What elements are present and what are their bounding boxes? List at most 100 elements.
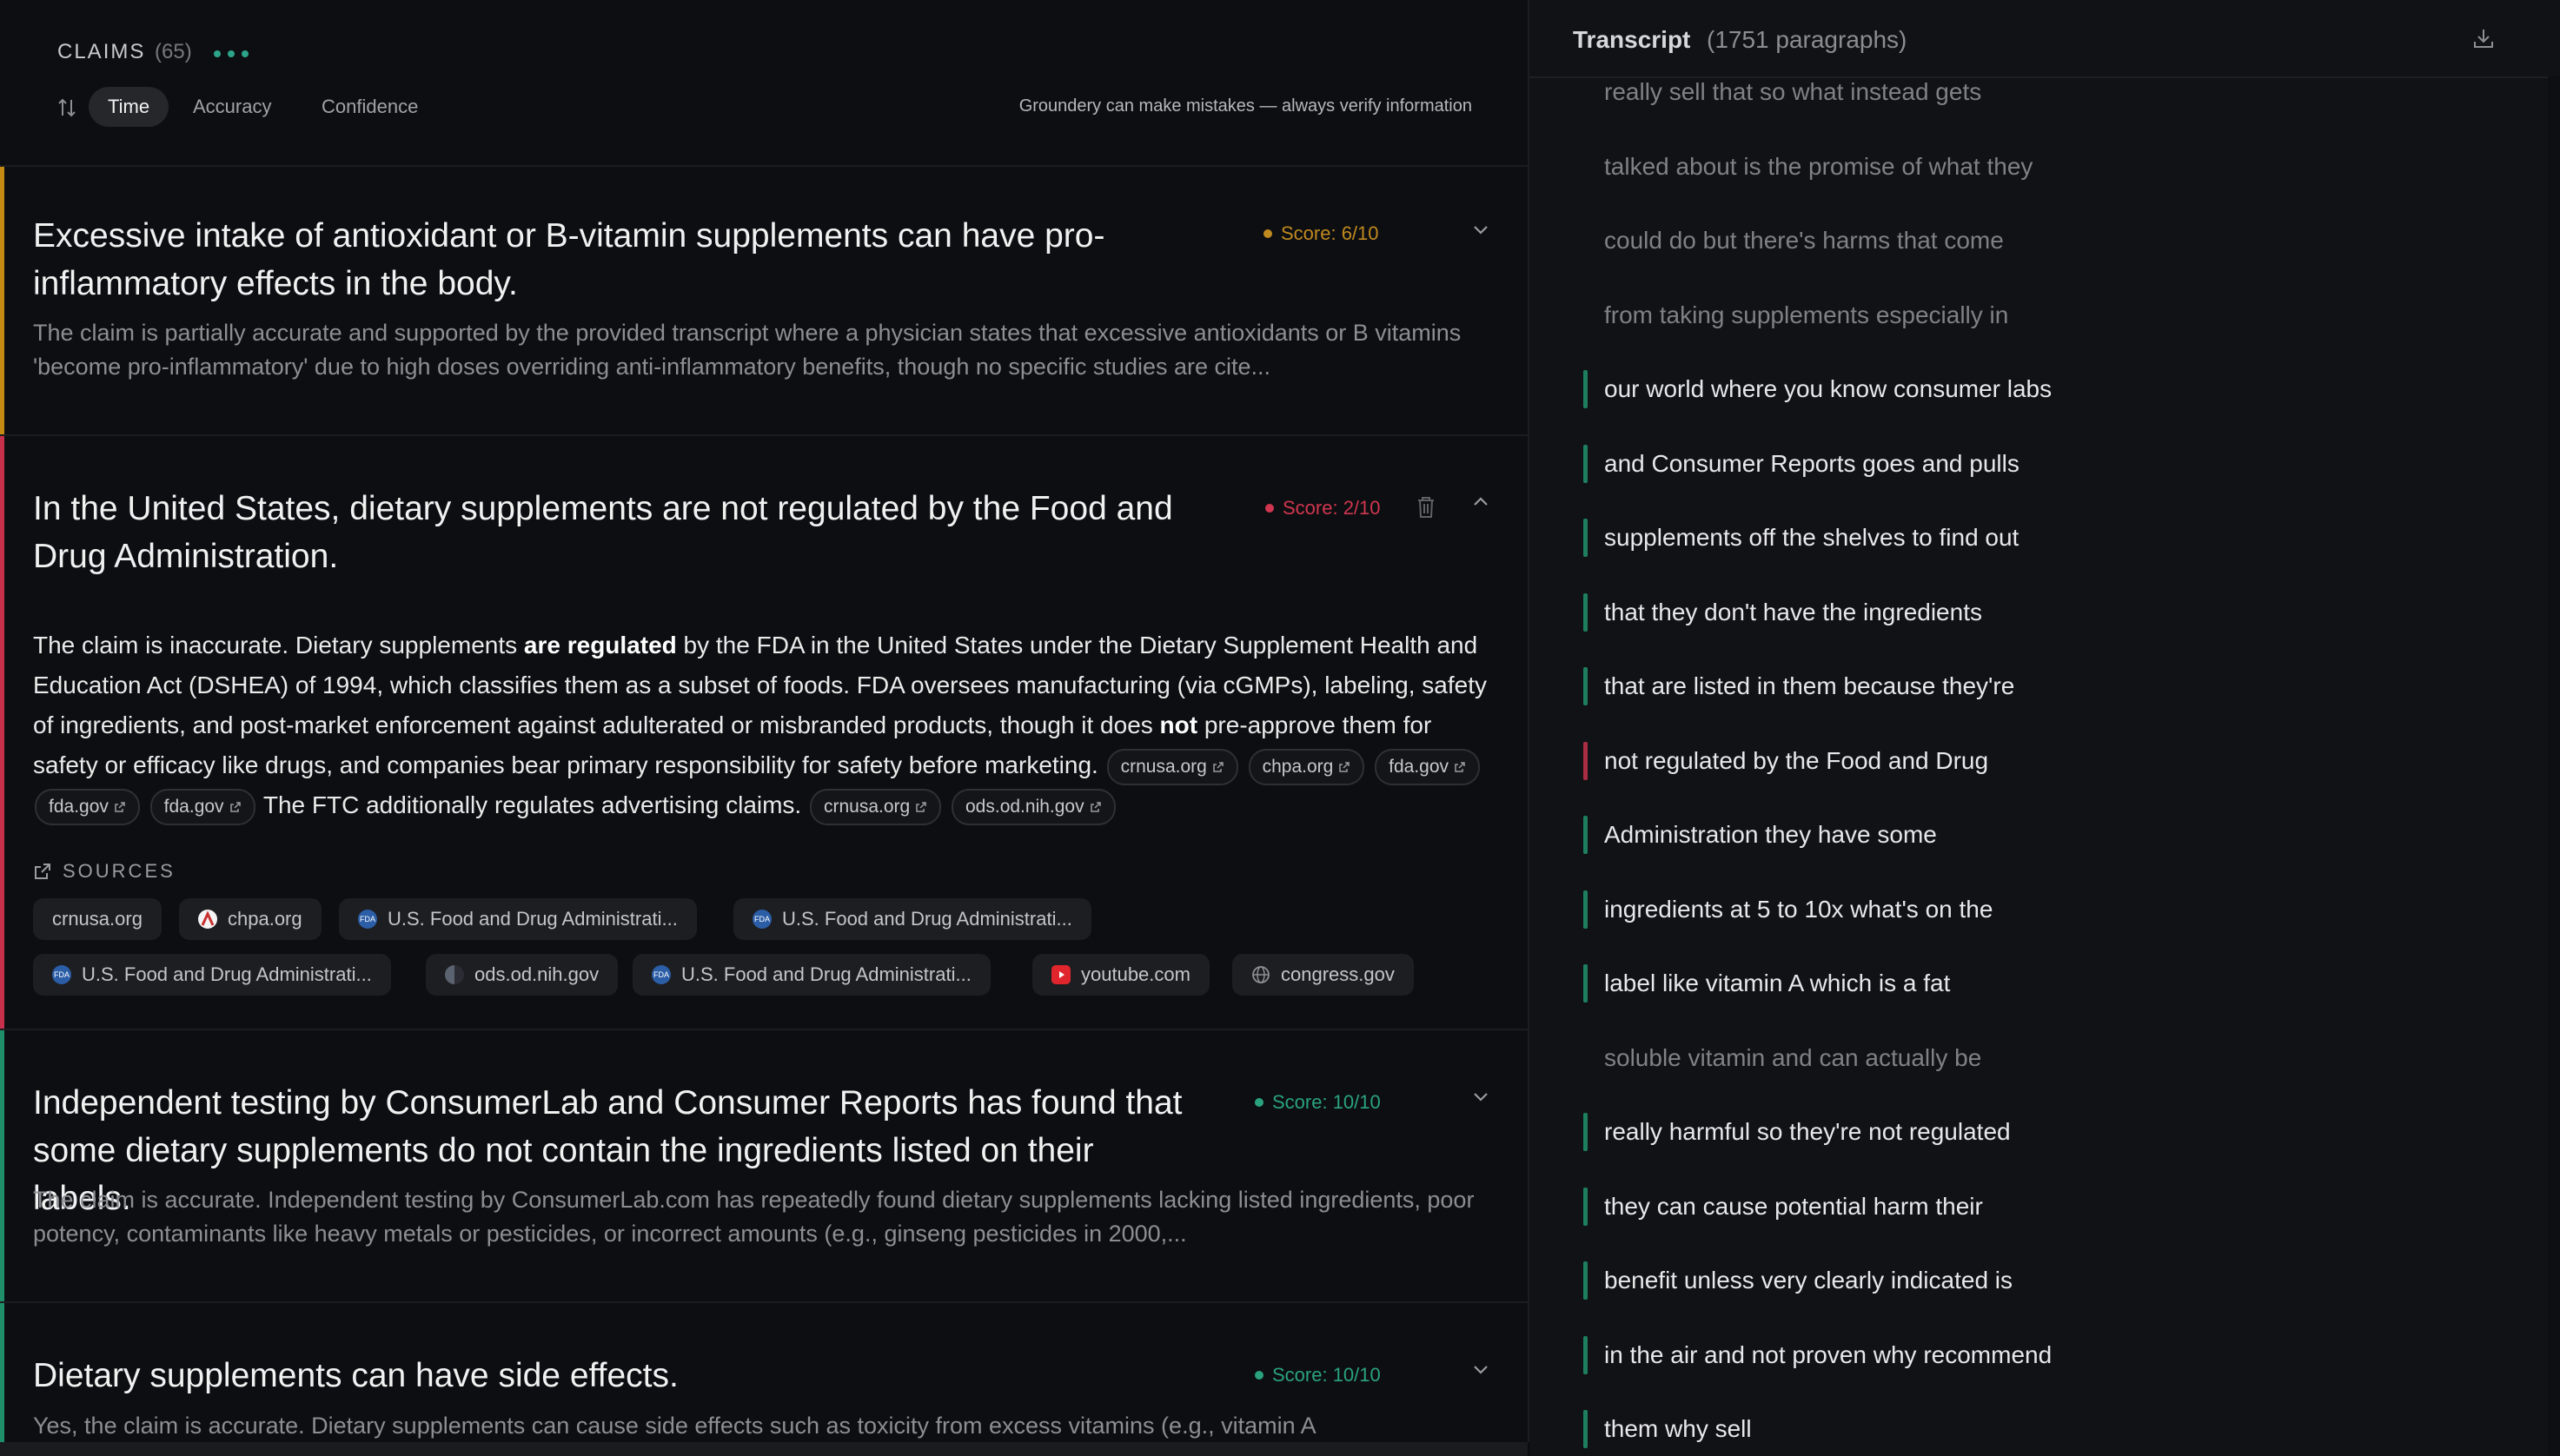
accurate-marker	[1583, 445, 1588, 483]
accurate-marker	[1583, 1336, 1588, 1374]
accuracy-bar	[0, 436, 4, 1029]
accurate-marker	[1583, 1113, 1588, 1151]
transcript-paragraph[interactable]: not regulated by the Food and Drug	[1583, 738, 2386, 784]
transcript-paragraph[interactable]: supplements off the shelves to find out	[1583, 515, 2386, 560]
accurate-marker	[1583, 370, 1588, 408]
source-label: crnusa.org	[52, 908, 143, 930]
trash-icon[interactable]	[1415, 493, 1437, 520]
disclaimer-text: Groundery can make mistakes — always ver…	[1018, 96, 1472, 116]
transcript-paragraph[interactable]: they can cause potential harm their	[1583, 1184, 2386, 1229]
transcript-paragraph[interactable]: in the air and not proven why recommend	[1583, 1333, 2386, 1378]
transcript-paragraph[interactable]: ingredients at 5 to 10x what's on the	[1583, 887, 2386, 932]
claim-summary: The claim is partially accurate and supp…	[33, 320, 1462, 380]
transcript-paragraph[interactable]: from taking supplements especially in	[1583, 293, 2386, 338]
chevron-down-icon[interactable]	[1470, 1086, 1491, 1107]
score-text: Score: 10/10	[1272, 1091, 1381, 1113]
chevron-down-icon[interactable]	[1470, 219, 1491, 240]
paragraph-text: Administration they have some	[1604, 821, 1937, 848]
claims-panel: CLAIMS (65) Time Accuracy Confidence Gro…	[0, 0, 1529, 1442]
chevron-up-icon[interactable]	[1470, 492, 1491, 513]
nih-logo-icon	[445, 965, 464, 984]
source-label: U.S. Food and Drug Administrati...	[681, 963, 972, 985]
paragraph-text: could do but there's harms that come	[1604, 227, 2004, 254]
transcript-paragraph[interactable]: could do but there's harms that come	[1583, 218, 2386, 263]
accurate-marker	[1583, 816, 1588, 854]
accurate-marker	[1583, 1261, 1588, 1300]
source-label: U.S. Food and Drug Administrati...	[388, 908, 678, 930]
score-badge: Score: 10/10	[1255, 1091, 1381, 1114]
paragraph-text: and Consumer Reports goes and pulls	[1604, 450, 2019, 477]
source-chip[interactable]: chpa.org	[179, 898, 322, 940]
transcript-paragraph[interactable]: label like vitamin A which is a fat	[1583, 961, 2386, 1006]
transcript-count: (1751 paragraphs)	[1707, 26, 1907, 53]
transcript-paragraph[interactable]: and Consumer Reports goes and pulls	[1583, 441, 2386, 486]
source-chip[interactable]: FDA U.S. Food and Drug Administrati...	[633, 954, 991, 996]
citation-chip[interactable]: chpa.org	[1248, 748, 1365, 785]
source-chip[interactable]: youtube.com	[1032, 954, 1210, 996]
source-label: youtube.com	[1081, 963, 1190, 985]
claim-card[interactable]: Dietary supplements can have side effect…	[0, 1303, 1528, 1442]
source-chip[interactable]: FDA U.S. Food and Drug Administrati...	[33, 954, 391, 996]
detail-emphasis: not	[1159, 711, 1198, 738]
paragraph-text: benefit unless very clearly indicated is	[1604, 1267, 2013, 1294]
chevron-down-icon[interactable]	[1470, 1359, 1491, 1380]
accuracy-bar	[0, 1030, 4, 1301]
external-link-icon	[1339, 761, 1350, 772]
paragraph-text: really harmful so they're not regulated	[1604, 1118, 2011, 1145]
source-chip[interactable]: ods.od.nih.gov	[426, 954, 619, 996]
transcript-paragraph[interactable]: them why sell	[1583, 1406, 2386, 1452]
citation-chip[interactable]: fda.gov	[35, 788, 140, 825]
external-link-icon	[916, 801, 926, 812]
transcript-paragraph[interactable]: Administration they have some	[1583, 812, 2386, 857]
source-label: ods.od.nih.gov	[474, 963, 600, 985]
claims-title: CLAIMS	[57, 40, 146, 63]
sources-label: SOURCES	[63, 860, 176, 882]
citation-chip[interactable]: crnusa.org	[810, 788, 942, 825]
sort-tab-time[interactable]: Time	[89, 87, 169, 127]
citation-chip[interactable]: fda.gov	[149, 788, 255, 825]
claims-header: CLAIMS (65) Time Accuracy Confidence Gro…	[0, 0, 1528, 167]
detail-emphasis: are regulated	[523, 632, 677, 659]
transcript-paragraph[interactable]: soluble vitamin and can actually be	[1583, 1036, 2386, 1081]
download-icon[interactable]	[2471, 26, 2496, 50]
source-chip[interactable]: FDA U.S. Food and Drug Administrati...	[339, 898, 697, 940]
source-chip[interactable]: FDA U.S. Food and Drug Administrati...	[733, 898, 1091, 940]
source-label: U.S. Food and Drug Administrati...	[82, 963, 372, 985]
citation-chip[interactable]: crnusa.org	[1106, 748, 1238, 785]
horizontal-scrollbar[interactable]	[0, 1442, 1528, 1456]
scrollbar[interactable]	[2548, 76, 2560, 1456]
chpa-logo-icon	[198, 910, 217, 929]
transcript-paragraph[interactable]: really sell that so what instead gets	[1583, 69, 2386, 115]
transcript-paragraph[interactable]: that they don't have the ingredients	[1583, 590, 2386, 635]
paragraph-text: ingredients at 5 to 10x what's on the	[1604, 896, 1993, 923]
claim-card[interactable]: Excessive intake of antioxidant or B-vit…	[0, 167, 1528, 436]
external-link-icon	[115, 801, 125, 812]
transcript-paragraph[interactable]: our world where you know consumer labs	[1583, 367, 2386, 412]
transcript-paragraph[interactable]: really harmful so they're not regulated	[1583, 1109, 2386, 1155]
accurate-marker	[1583, 593, 1588, 632]
sort-tab-accuracy[interactable]: Accuracy	[174, 87, 290, 127]
source-label: congress.gov	[1281, 963, 1395, 985]
sort-tab-confidence[interactable]: Confidence	[302, 87, 437, 127]
claim-card[interactable]: Independent testing by ConsumerLab and C…	[0, 1030, 1528, 1303]
source-chip[interactable]: congress.gov	[1232, 954, 1414, 996]
citation-chip[interactable]: fda.gov	[1375, 748, 1481, 785]
paragraph-text: our world where you know consumer labs	[1604, 375, 2053, 402]
paragraph-text: soluble vitamin and can actually be	[1604, 1044, 1982, 1071]
claim-card-expanded[interactable]: In the United States, dietary supplement…	[0, 436, 1528, 1030]
score-text: Score: 2/10	[1283, 497, 1381, 519]
transcript-paragraph[interactable]: benefit unless very clearly indicated is	[1583, 1258, 2386, 1303]
transcript-paragraph[interactable]: that are listed in them because they're	[1583, 664, 2386, 709]
detail-text: The FTC additionally regulates advertisi…	[256, 791, 802, 818]
external-link-icon	[229, 801, 241, 812]
app-window: CLAIMS (65) Time Accuracy Confidence Gro…	[0, 0, 2560, 1456]
claim-summary: The claim is accurate. Independent testi…	[33, 1187, 1475, 1247]
accurate-marker	[1583, 1188, 1588, 1226]
accurate-marker	[1583, 890, 1588, 929]
transcript-header: Transcript (1751 paragraphs)	[1529, 0, 2560, 78]
sort-icon[interactable]	[57, 96, 76, 119]
transcript-paragraph[interactable]: talked about is the promise of what they	[1583, 144, 2386, 189]
citation-chip[interactable]: ods.od.nih.gov	[952, 788, 1116, 825]
paragraph-text: they can cause potential harm their	[1604, 1193, 1983, 1220]
source-chip[interactable]: crnusa.org	[33, 898, 162, 940]
